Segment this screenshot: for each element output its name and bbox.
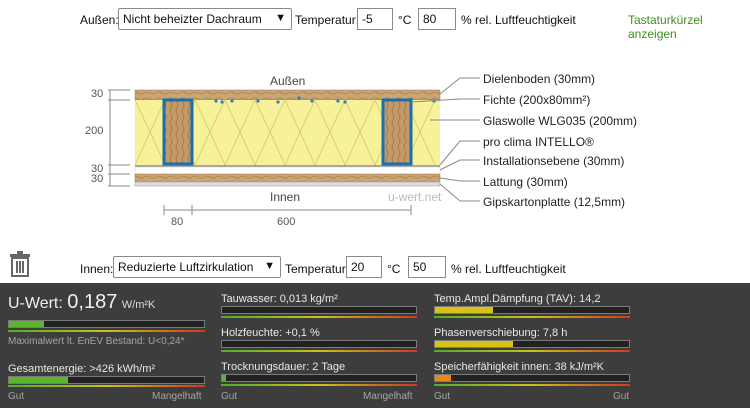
trock-text: Trocknungsdauer: 2 Tage [221, 361, 346, 373]
rafter-right [381, 98, 413, 166]
inside-humidity-input[interactable]: 50 [408, 256, 446, 278]
speicher-bar-fill [435, 375, 451, 381]
trock-scale [221, 384, 417, 386]
installation-layer [134, 166, 441, 175]
inside-humidity-unit: % rel. Luftfeuchtigkeit [451, 262, 566, 276]
tauwasser-bar [221, 306, 417, 314]
layer-label-5[interactable]: Installationsebene (30mm) [483, 154, 624, 168]
phase-text: Phasenverschiebung: 7,8 h [434, 327, 568, 339]
uwert-scale [8, 330, 205, 332]
holz-bar [221, 340, 417, 348]
results-panel: U-Wert: 0,187 W/m²K Maximalwert lt. EnEV… [0, 283, 750, 408]
batten-layer [134, 173, 441, 183]
gesamt-bar-fill [9, 377, 68, 383]
holz-text: Holzfeuchte: +0,1 % [221, 327, 320, 339]
construction-diagram [108, 77, 480, 215]
uwert-label: U-Wert: [8, 295, 63, 312]
speicher-scale [434, 384, 630, 386]
tauwasser-scale [221, 316, 417, 318]
dim-200: 200 [85, 125, 104, 137]
inside-temp-unit: °C [387, 262, 401, 276]
uwert-unit: W/m²K [121, 299, 156, 311]
inside-select[interactable]: Reduzierte Luftzirkulation ▼ [113, 256, 281, 278]
layer-label-2[interactable]: Fichte (200x80mm²) [483, 93, 590, 107]
plasterboard-layer [134, 181, 441, 187]
tauwasser-text: Tauwasser: 0,013 kg/m² [221, 293, 338, 305]
rafter-left [162, 98, 194, 166]
tav-bar [434, 306, 630, 314]
dim-30-top: 30 [91, 88, 104, 100]
gesamt-bar [8, 376, 205, 384]
uwert-bar [8, 320, 205, 328]
gut-label-1: Gut [8, 391, 25, 402]
layer-label-1[interactable]: Dielenboden (30mm) [483, 72, 595, 86]
trock-bar [221, 374, 417, 382]
dropdown-arrow-icon: ▼ [264, 260, 275, 272]
holz-scale [221, 350, 417, 352]
layer-label-7[interactable]: Gipskartonplatte (12,5mm) [483, 195, 625, 209]
layer-label-3[interactable]: Glaswolle WLG035 (200mm) [483, 114, 637, 128]
tav-text: Temp.Ampl.Dämpfung (TAV): 14,2 [434, 293, 601, 305]
uwert-heading: U-Wert: 0,187 W/m²K [8, 291, 155, 314]
tav-bar-fill [435, 307, 494, 313]
phase-bar-fill [435, 341, 513, 347]
trash-icon[interactable] [9, 251, 31, 277]
uwert-value: 0,187 [67, 291, 118, 313]
dim-600: 600 [277, 216, 296, 228]
gut-label-3: Gut [434, 391, 451, 402]
speicher-text: Speicherfähigkeit innen: 38 kJ/m²K [434, 361, 604, 373]
inside-temp-label: Temperatur: [285, 262, 350, 276]
inside-label: Innen: [80, 262, 114, 276]
speicher-bar [434, 374, 630, 382]
layer-label-4[interactable]: pro clima INTELLO® [483, 135, 594, 149]
tav-scale [434, 316, 630, 318]
phase-scale [434, 350, 630, 352]
dim-30-bottom: 30 [91, 173, 104, 185]
uwert-bar-fill [9, 321, 45, 327]
gut-label-2: Gut [221, 391, 238, 402]
mangelhaft-label-1: Mangelhaft [152, 391, 202, 402]
gesamt-text: Gesamtenergie: >426 kWh/m² [8, 363, 156, 375]
dim-80: 80 [171, 216, 184, 228]
inside-temp-input[interactable]: 20 [346, 256, 382, 278]
gesamt-scale [8, 385, 205, 387]
gut-label-4: Gut [613, 391, 630, 402]
phase-bar [434, 340, 630, 348]
trock-bar-fill [222, 375, 226, 381]
uwert-note: Maximalwert lt. EnEV Bestand: U<0,24* [8, 336, 185, 347]
inside-select-value: Reduzierte Luftzirkulation [118, 260, 254, 274]
layer-label-6[interactable]: Lattung (30mm) [483, 175, 568, 189]
mangelhaft-label-2: Mangelhaft [363, 391, 413, 402]
